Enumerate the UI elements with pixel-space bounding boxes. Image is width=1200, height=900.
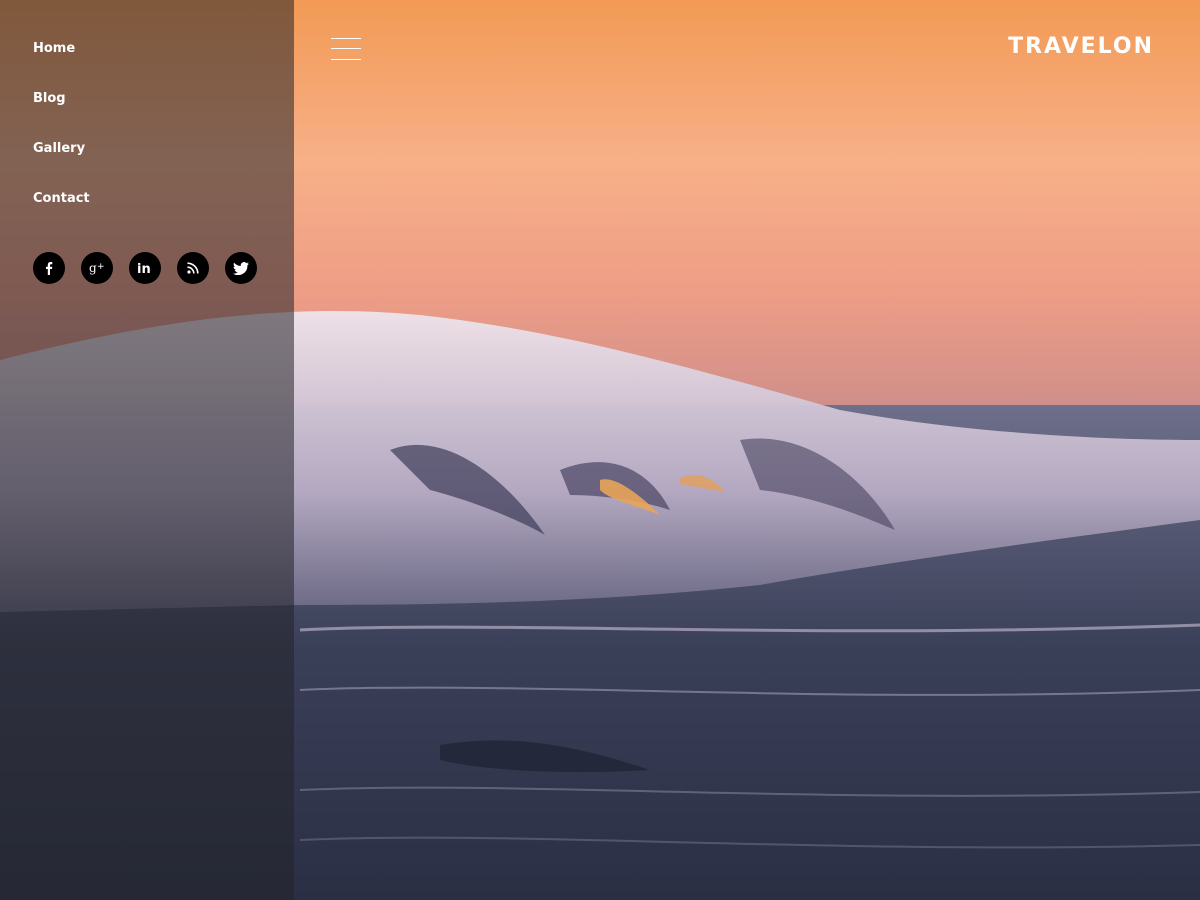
social-links: g + in bbox=[33, 252, 257, 284]
facebook-icon[interactable] bbox=[33, 252, 65, 284]
sidebar-nav: Home Blog Gallery Contact bbox=[33, 40, 90, 240]
nav-link-blog[interactable]: Blog bbox=[33, 90, 90, 108]
site-logo[interactable]: TRAVELON bbox=[1008, 34, 1154, 59]
page: Home Blog Gallery Contact g + in TRAVELO… bbox=[0, 0, 1200, 900]
linkedin-icon[interactable]: in bbox=[129, 252, 161, 284]
sidebar: Home Blog Gallery Contact g + in bbox=[0, 0, 294, 900]
nav-link-gallery[interactable]: Gallery bbox=[33, 140, 90, 158]
hamburger-icon[interactable] bbox=[331, 38, 361, 60]
google-plus-icon[interactable]: g + bbox=[81, 252, 113, 284]
svg-text:in: in bbox=[137, 262, 151, 275]
nav-link-home[interactable]: Home bbox=[33, 40, 90, 58]
twitter-icon[interactable] bbox=[225, 252, 257, 284]
nav-item-gallery[interactable]: Gallery bbox=[33, 140, 90, 190]
rss-icon[interactable] bbox=[177, 252, 209, 284]
nav-item-blog[interactable]: Blog bbox=[33, 90, 90, 140]
nav-item-home[interactable]: Home bbox=[33, 40, 90, 90]
nav-link-contact[interactable]: Contact bbox=[33, 190, 90, 208]
svg-text:+: + bbox=[97, 262, 105, 272]
nav-item-contact[interactable]: Contact bbox=[33, 190, 90, 240]
svg-text:g: g bbox=[89, 261, 97, 275]
